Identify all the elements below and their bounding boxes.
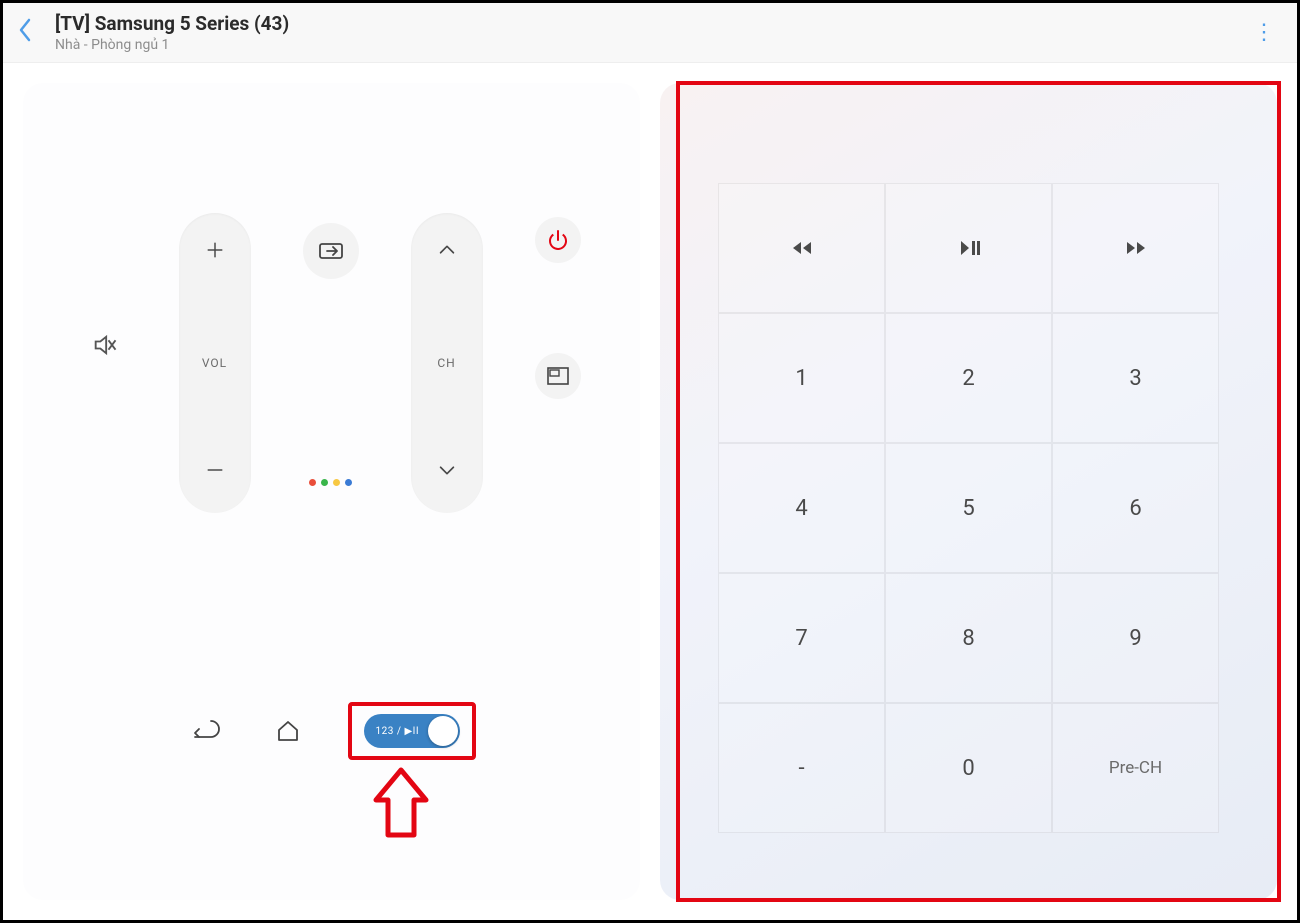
key-5[interactable]: 5 xyxy=(885,443,1052,573)
key-2[interactable]: 2 xyxy=(885,313,1052,443)
red-dot-icon xyxy=(309,479,316,486)
key-pre-ch[interactable]: Pre-CH xyxy=(1052,703,1219,833)
channel-down-button[interactable] xyxy=(436,459,458,487)
key-9[interactable]: 9 xyxy=(1052,573,1219,703)
channel-up-button[interactable] xyxy=(436,239,458,267)
keypad-grid: 1 2 3 4 5 6 7 8 9 - xyxy=(718,183,1219,833)
power-button[interactable] xyxy=(535,217,581,263)
key-dash[interactable]: - xyxy=(718,703,885,833)
key-4[interactable]: 4 xyxy=(718,443,885,573)
page-subtitle: Nhà - Phòng ngủ 1 xyxy=(55,37,289,53)
more-menu-button[interactable]: ⋮ xyxy=(1247,20,1283,45)
rewind-button[interactable] xyxy=(718,183,885,313)
channel-rocker: CH xyxy=(411,213,483,513)
annotation-arrow-icon xyxy=(366,765,436,845)
key-8[interactable]: 8 xyxy=(885,573,1052,703)
keypad-toggle-highlight: 123 / ▶II xyxy=(348,702,476,760)
key-7[interactable]: 7 xyxy=(718,573,885,703)
volume-down-button[interactable] xyxy=(204,459,226,487)
green-dot-icon xyxy=(321,479,328,486)
page-title: [TV] Samsung 5 Series (43) xyxy=(55,12,289,35)
key-3[interactable]: 3 xyxy=(1052,313,1219,443)
play-pause-button[interactable] xyxy=(885,183,1052,313)
source-button[interactable] xyxy=(303,223,359,279)
volume-up-button[interactable] xyxy=(204,239,226,267)
key-1[interactable]: 1 xyxy=(718,313,885,443)
color-dots-button[interactable] xyxy=(309,479,352,486)
toggle-knob-icon xyxy=(428,716,458,746)
key-0[interactable]: 0 xyxy=(885,703,1052,833)
channel-label: CH xyxy=(437,356,455,370)
remote-panel: VOL xyxy=(23,83,640,900)
return-button[interactable] xyxy=(188,711,228,751)
forward-button[interactable] xyxy=(1052,183,1219,313)
yellow-dot-icon xyxy=(333,479,340,486)
keypad-mode-toggle[interactable]: 123 / ▶II xyxy=(364,714,460,748)
toggle-label: 123 / ▶II xyxy=(376,726,420,737)
volume-rocker: VOL xyxy=(179,213,251,513)
home-button[interactable] xyxy=(268,711,308,751)
back-button[interactable] xyxy=(17,18,31,47)
volume-label: VOL xyxy=(202,356,227,370)
keypad-panel: 1 2 3 4 5 6 7 8 9 - xyxy=(660,83,1277,900)
guide-button[interactable] xyxy=(535,353,581,399)
blue-dot-icon xyxy=(345,479,352,486)
header-bar: [TV] Samsung 5 Series (43) Nhà - Phòng n… xyxy=(3,3,1297,63)
mute-button[interactable] xyxy=(83,323,127,367)
key-6[interactable]: 6 xyxy=(1052,443,1219,573)
